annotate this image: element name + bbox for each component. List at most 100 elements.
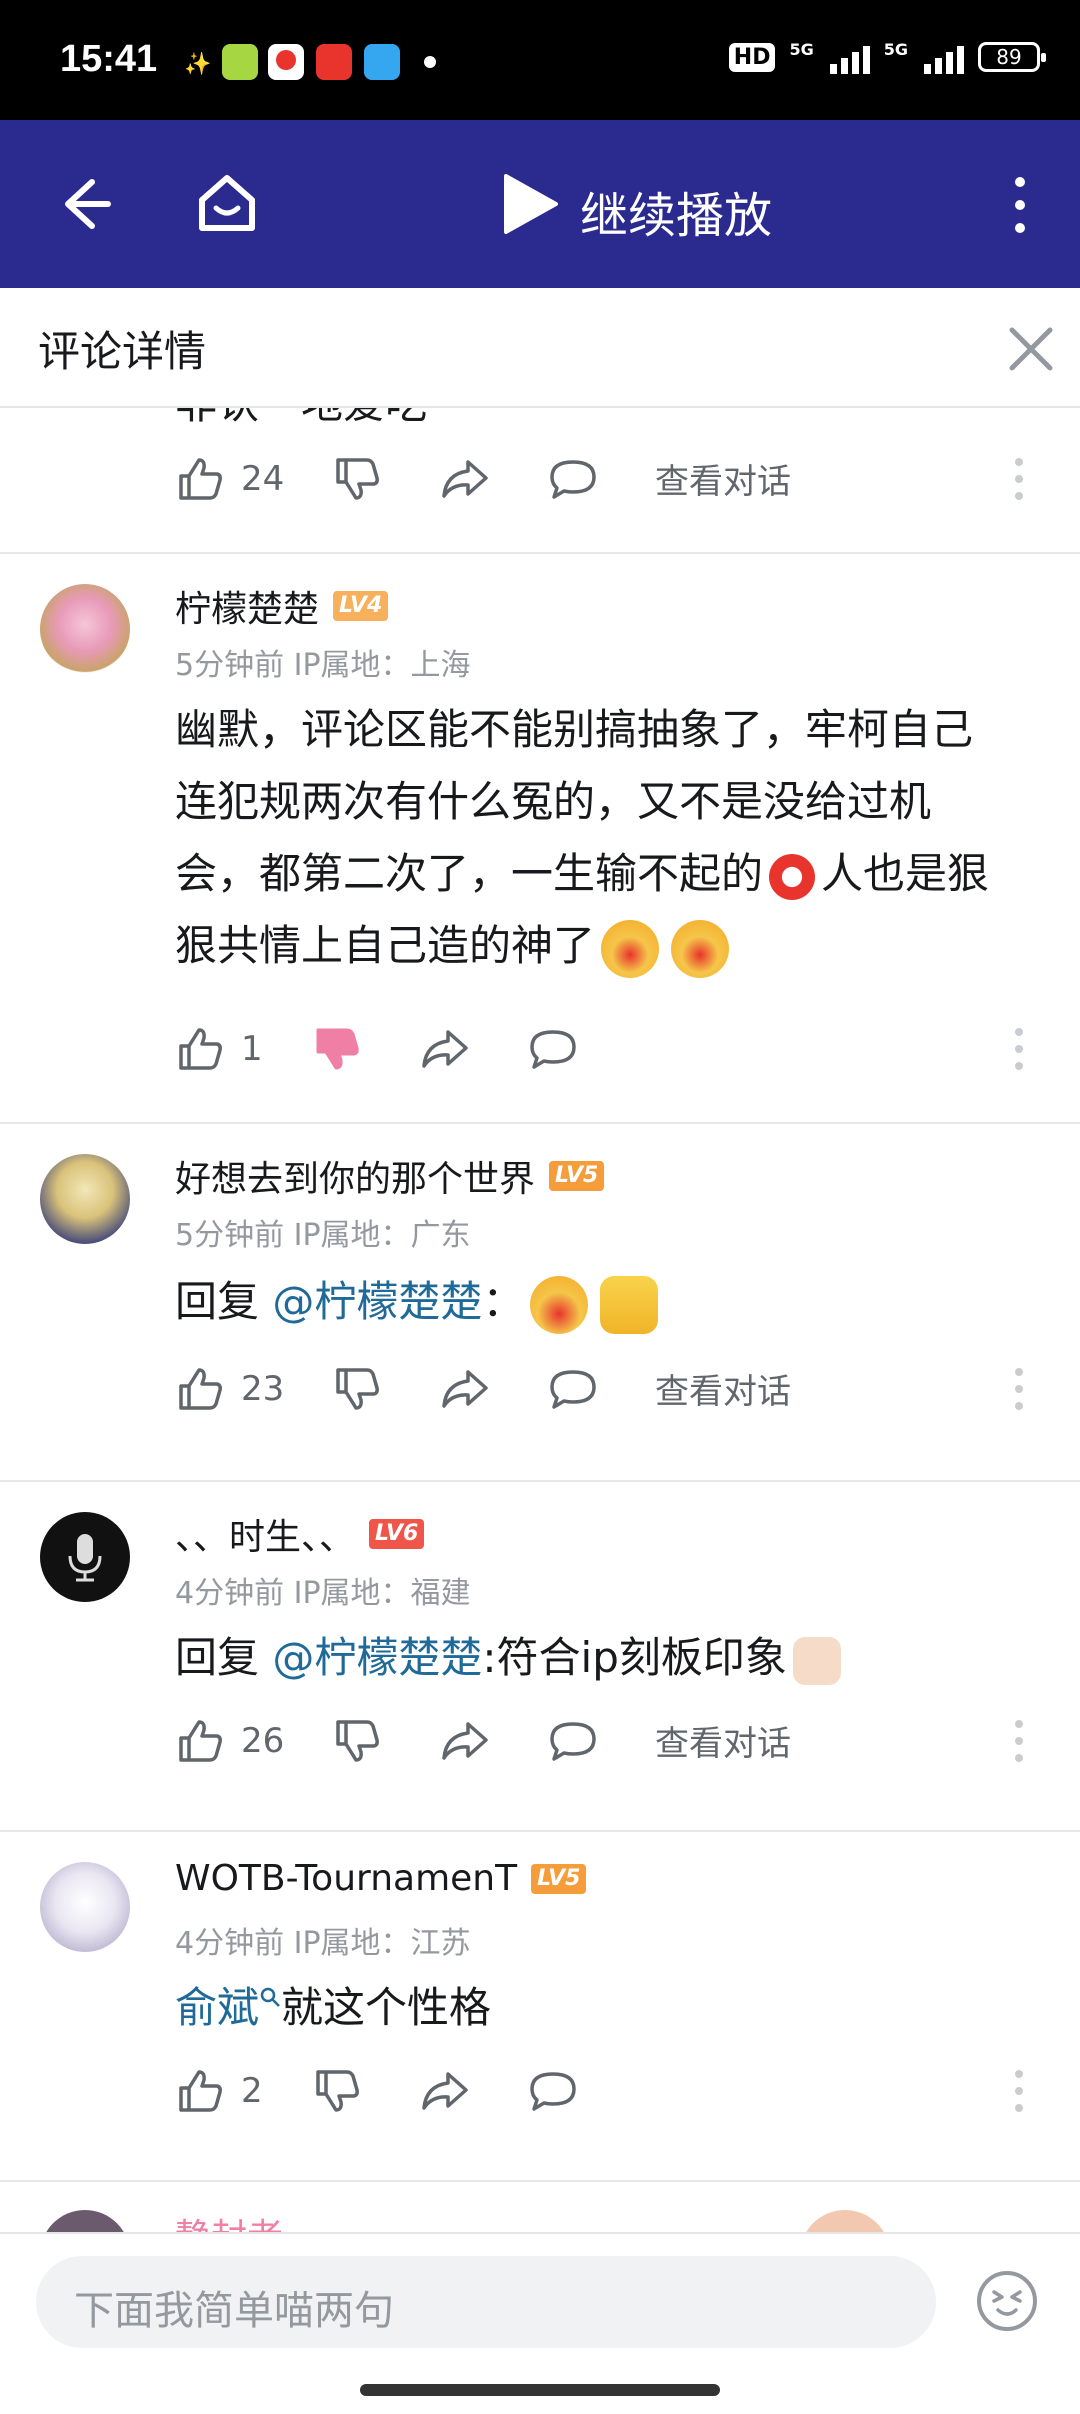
comment-actions: 1 xyxy=(0,1024,1080,1094)
network-label: 5G xyxy=(883,40,908,59)
avatar[interactable] xyxy=(40,1154,130,1244)
yummy-emoji-icon xyxy=(601,919,660,978)
status-bar: 15:41 ✨ HD 5G 5G 89 xyxy=(0,0,1080,120)
list-item: 、、时生、、 LV6 4分钟前 IP属地：福建 回复 @柠檬楚楚:符合ip刻板印… xyxy=(0,1482,1080,1832)
like-button[interactable]: 2 xyxy=(175,2066,263,2116)
share-icon[interactable] xyxy=(440,1716,490,1766)
share-icon[interactable] xyxy=(440,1364,490,1414)
reply-icon[interactable] xyxy=(548,1364,598,1414)
comment-more-icon[interactable] xyxy=(1012,1024,1026,1074)
comment-input[interactable]: 下面我简单喵两句 xyxy=(36,2256,936,2348)
more-notifications-dot xyxy=(424,56,436,68)
level-badge: LV4 xyxy=(333,591,389,621)
username-row: 好想去到你的那个世界 LV5 xyxy=(175,1150,605,1202)
like-count: 24 xyxy=(241,459,285,499)
thumbs-up-icon xyxy=(179,458,222,500)
view-conversation-link[interactable]: 查看对话 xyxy=(655,454,791,503)
mention-link[interactable]: @柠檬楚楚 xyxy=(272,1633,482,1682)
back-arrow-icon[interactable] xyxy=(52,172,116,236)
thumbs-down-icon[interactable] xyxy=(332,1364,382,1414)
share-icon[interactable] xyxy=(440,454,490,504)
thumbs-up-emoji-icon xyxy=(600,1275,659,1334)
comment-text: 幽默，评论区能不能别搞抽象了，牢柯自己 连犯规两次有什么冤的，又不是没给过机 会… xyxy=(175,694,1055,982)
app-bar: 继续播放 xyxy=(0,120,1080,288)
like-button[interactable]: 26 xyxy=(175,1716,284,1766)
comment-more-icon[interactable] xyxy=(1012,454,1026,504)
username-row: WOTB-TournamenT LV5 xyxy=(175,1858,587,1899)
like-count: 23 xyxy=(241,1369,285,1409)
like-button[interactable]: 1 xyxy=(175,1024,263,1074)
mention-link[interactable]: @柠檬楚楚 xyxy=(272,1277,482,1326)
username[interactable]: 好想去到你的那个世界 xyxy=(175,1150,535,1202)
level-badge: LV5 xyxy=(549,1161,605,1191)
username[interactable]: 静封者 xyxy=(175,2208,283,2232)
like-button[interactable]: 24 xyxy=(175,454,284,504)
list-item: WOTB-TournamenT LV5 4分钟前 IP属地：江苏 俞斌 就这个性格… xyxy=(0,1832,1080,2182)
battery-icon: 89 xyxy=(978,42,1046,72)
more-options-icon[interactable] xyxy=(1000,172,1040,238)
reply-icon[interactable] xyxy=(528,2066,578,2116)
alarm-clock-emoji-icon xyxy=(769,853,816,900)
list-item: 静封者 xyxy=(0,2182,1080,2232)
thumbs-down-active-icon[interactable] xyxy=(312,1024,362,1074)
comment-meta: 4分钟前 IP属地：福建 xyxy=(175,1576,471,1611)
home-icon[interactable] xyxy=(194,170,260,236)
comment-detail-header: 评论详情 xyxy=(0,288,1080,408)
comment-actions: 24 查看对话 xyxy=(0,454,1080,524)
app-notification-icon xyxy=(364,44,400,80)
view-conversation-link[interactable]: 查看对话 xyxy=(655,1716,791,1765)
angry-emoji-icon xyxy=(530,1275,589,1334)
thumbs-up-icon xyxy=(179,1720,222,1762)
close-icon[interactable] xyxy=(1006,324,1056,374)
avatar[interactable] xyxy=(40,1512,130,1602)
status-indicators: HD 5G 5G 89 xyxy=(728,40,1046,74)
microphone-icon xyxy=(68,1534,102,1582)
search-icon xyxy=(260,1987,280,2007)
like-count: 26 xyxy=(241,1721,285,1761)
comment-list[interactable]: 非认一地爱吃 24 查看对话 柠檬楚楚 LV4 5分钟前 IP属地：上海 幽默，… xyxy=(0,408,1080,2232)
app-notification-icon xyxy=(268,44,304,80)
continue-playback-label[interactable]: 继续播放 xyxy=(580,176,772,246)
thumbs-up-icon xyxy=(179,1368,222,1410)
reply-icon[interactable] xyxy=(528,1024,578,1074)
emoji-icon[interactable] xyxy=(974,2268,1040,2334)
reply-icon[interactable] xyxy=(548,454,598,504)
comment-text: 俞斌 就这个性格 xyxy=(175,1983,492,2032)
comment-input-placeholder: 下面我简单喵两句 xyxy=(74,2288,394,2334)
thumbs-down-icon[interactable] xyxy=(332,1716,382,1766)
comment-actions: 2 xyxy=(0,2066,1080,2136)
home-indicator xyxy=(360,2384,720,2396)
username[interactable]: WOTB-TournamenT xyxy=(175,1858,517,1899)
username-row: 静封者 xyxy=(175,2208,283,2232)
username[interactable]: 、、时生、、 xyxy=(175,1508,355,1560)
network-label: 5G xyxy=(789,40,814,59)
level-badge: LV6 xyxy=(369,1519,425,1549)
comment-meta: 4分钟前 IP属地：江苏 xyxy=(175,1926,471,1961)
avatar[interactable] xyxy=(40,2210,130,2232)
thumbs-down-icon[interactable] xyxy=(332,454,382,504)
reply-icon[interactable] xyxy=(548,1716,598,1766)
list-item: 柠檬楚楚 LV4 5分钟前 IP属地：上海 幽默，评论区能不能别搞抽象了，牢柯自… xyxy=(0,554,1080,1124)
share-icon[interactable] xyxy=(420,2066,470,2116)
app-notification-icon xyxy=(222,44,258,80)
avatar[interactable] xyxy=(40,1862,130,1952)
comment-text: 回复 @柠檬楚楚:符合ip刻板印象 xyxy=(175,1622,1055,1694)
like-count: 1 xyxy=(241,1029,263,1069)
avatar[interactable] xyxy=(40,584,130,674)
comment-more-icon[interactable] xyxy=(1012,1716,1026,1766)
comment-composer: 下面我简单喵两句 xyxy=(0,2232,1080,2414)
thumbs-down-icon[interactable] xyxy=(312,2066,362,2116)
username[interactable]: 柠檬楚楚 xyxy=(175,580,319,632)
play-icon[interactable] xyxy=(500,172,560,236)
like-button[interactable]: 23 xyxy=(175,1364,284,1414)
comment-more-icon[interactable] xyxy=(1012,1364,1026,1414)
signal-icon xyxy=(924,40,964,74)
thumbs-up-icon xyxy=(179,1028,222,1070)
comment-more-icon[interactable] xyxy=(1012,2066,1026,2116)
comment-actions: 23 查看对话 xyxy=(0,1364,1080,1434)
thumbs-up-icon xyxy=(179,2070,222,2112)
view-conversation-link[interactable]: 查看对话 xyxy=(655,1364,791,1413)
comment-meta: 5分钟前 IP属地：上海 xyxy=(175,648,471,683)
search-keyword-link[interactable]: 俞斌 xyxy=(175,1983,259,2032)
share-icon[interactable] xyxy=(420,1024,470,1074)
